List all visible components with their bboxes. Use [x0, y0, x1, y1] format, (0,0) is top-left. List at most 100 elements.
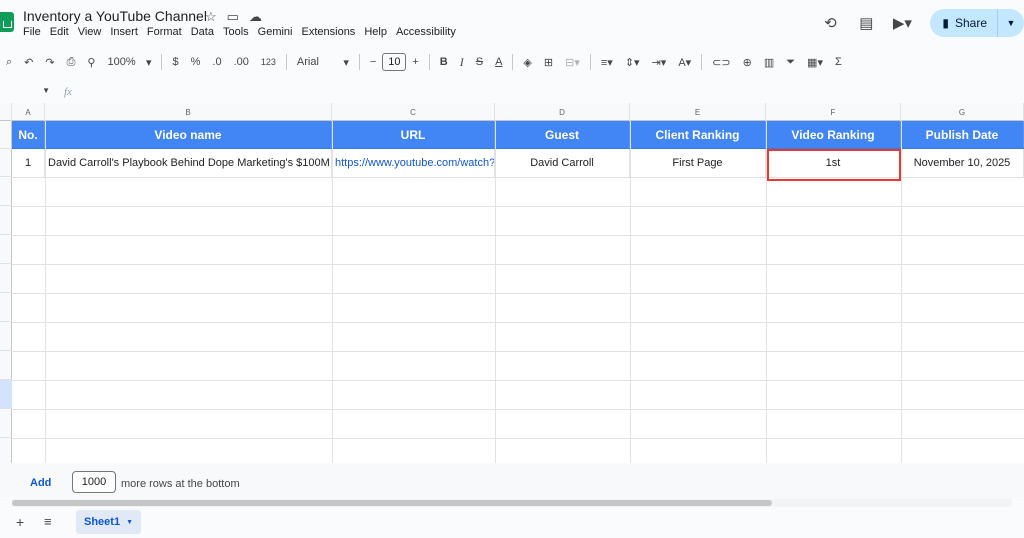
empty-row[interactable]	[12, 410, 1024, 439]
menu-data[interactable]: Data	[191, 26, 214, 38]
merge-cells-icon[interactable]: ⊟▾	[559, 51, 586, 73]
redo-icon[interactable]: ↷	[39, 51, 60, 73]
star-icon[interactable]: ☆	[205, 9, 217, 25]
cell-no[interactable]: 1	[12, 149, 45, 177]
search-menus-icon[interactable]: ⌕	[0, 51, 18, 73]
print-icon[interactable]: ⎙	[61, 51, 82, 73]
cell-publish-date[interactable]: November 10, 2025	[901, 149, 1024, 177]
empty-row[interactable]	[12, 352, 1024, 381]
font-size-decrease-button[interactable]: −	[364, 51, 382, 73]
cell-video-ranking[interactable]: 1st	[766, 149, 901, 177]
insert-chart-icon[interactable]: ▥	[758, 51, 780, 73]
zoom-select[interactable]: 100% ▾	[101, 51, 157, 73]
menu-extensions[interactable]: Extensions	[302, 26, 356, 38]
chevron-down-icon[interactable]: ▼	[126, 519, 133, 526]
functions-icon[interactable]: Σ	[829, 51, 848, 73]
header-cell-video-ranking[interactable]: Video Ranking	[766, 121, 901, 148]
row-header[interactable]	[0, 264, 12, 293]
empty-row[interactable]	[12, 236, 1024, 265]
menu-view[interactable]: View	[78, 26, 102, 38]
row-header[interactable]	[0, 322, 12, 351]
add-sheet-icon[interactable]: +	[16, 514, 24, 530]
text-wrap-icon[interactable]: ⇥▾	[646, 51, 673, 73]
header-cell-url[interactable]: URL	[332, 121, 495, 148]
empty-row[interactable]	[12, 294, 1024, 323]
add-rows-button[interactable]: Add	[30, 477, 51, 489]
more-formats-button[interactable]: 123	[255, 51, 282, 73]
empty-row[interactable]	[12, 265, 1024, 294]
italic-button[interactable]: I	[454, 51, 470, 73]
column-header-d[interactable]: D	[495, 103, 630, 121]
percent-format-button[interactable]: %	[185, 51, 207, 73]
cell-guest[interactable]: David Carroll	[495, 149, 630, 177]
column-header-g[interactable]: G	[901, 103, 1024, 121]
header-cell-publish-date[interactable]: Publish Date	[901, 121, 1024, 148]
sheets-logo-icon[interactable]	[0, 12, 14, 32]
spreadsheet-grid[interactable]: A B C D E F G No. Video name URL Guest C…	[0, 103, 1024, 463]
column-header-e[interactable]: E	[630, 103, 766, 121]
empty-row[interactable]	[12, 178, 1024, 207]
insert-comment-icon[interactable]: ⊕	[737, 51, 758, 73]
menu-accessibility[interactable]: Accessibility	[396, 26, 456, 38]
empty-row[interactable]	[12, 207, 1024, 236]
font-family-select[interactable]: Arial ▾	[291, 51, 355, 73]
comment-icon[interactable]: ▤	[848, 14, 884, 32]
column-header-b[interactable]: B	[45, 103, 332, 121]
menu-help[interactable]: Help	[364, 26, 387, 38]
scrollbar-thumb[interactable]	[12, 500, 772, 506]
empty-row[interactable]	[12, 381, 1024, 410]
share-dropdown-icon[interactable]: ▼	[998, 18, 1024, 28]
column-header-c[interactable]: C	[332, 103, 495, 121]
move-folder-icon[interactable]: ▭	[227, 9, 239, 25]
cell-video-name[interactable]: David Carroll's Playbook Behind Dope Mar…	[45, 149, 332, 177]
horizontal-scrollbar[interactable]	[12, 499, 1012, 507]
empty-row[interactable]	[12, 439, 1024, 463]
increase-decimal-button[interactable]: .00	[228, 51, 255, 73]
paint-format-icon[interactable]: ⚲	[81, 51, 101, 73]
cloud-saved-icon[interactable]: ☁	[249, 9, 262, 25]
menu-format[interactable]: Format	[147, 26, 182, 38]
menu-edit[interactable]: Edit	[50, 26, 69, 38]
row-header[interactable]	[0, 293, 12, 322]
insert-link-icon[interactable]: ⊂⊃	[706, 51, 736, 73]
font-size-increase-button[interactable]: +	[406, 51, 424, 73]
header-cell-guest[interactable]: Guest	[495, 121, 630, 148]
name-box-dropdown-icon[interactable]: ▼	[0, 86, 50, 95]
cell-url-link[interactable]: https://www.youtube.com/watch?v	[332, 149, 495, 177]
menu-gemini[interactable]: Gemini	[258, 26, 293, 38]
decrease-decimal-button[interactable]: .0	[206, 51, 227, 73]
vertical-align-icon[interactable]: ⇕▾	[619, 51, 646, 73]
row-header[interactable]	[0, 409, 12, 438]
row-header[interactable]	[0, 235, 12, 264]
borders-icon[interactable]: ⊞	[538, 51, 559, 73]
undo-icon[interactable]: ↶	[18, 51, 39, 73]
rows-count-input[interactable]: 1000	[72, 471, 116, 493]
horizontal-align-icon[interactable]: ≡▾	[595, 51, 619, 73]
header-cell-no[interactable]: No.	[12, 121, 45, 148]
row-header[interactable]	[0, 121, 12, 149]
row-header[interactable]	[0, 149, 12, 177]
row-header[interactable]	[0, 206, 12, 235]
empty-row[interactable]	[12, 323, 1024, 352]
fill-color-icon[interactable]: ◈	[517, 51, 537, 73]
currency-format-button[interactable]: $	[166, 51, 184, 73]
row-header[interactable]	[0, 177, 12, 206]
bold-button[interactable]: B	[434, 51, 454, 73]
select-all-corner[interactable]	[0, 103, 12, 121]
document-title[interactable]: Inventory a YouTube Channel	[23, 8, 207, 24]
share-button[interactable]: ▮ Share	[930, 9, 998, 37]
header-cell-client-ranking[interactable]: Client Ranking	[630, 121, 766, 148]
text-rotation-icon[interactable]: A▾	[672, 51, 697, 73]
menu-tools[interactable]: Tools	[223, 26, 249, 38]
header-cell-video-name[interactable]: Video name	[45, 121, 332, 148]
row-header[interactable]	[0, 438, 12, 463]
sheet-tab-sheet1[interactable]: Sheet1 ▼	[76, 510, 141, 534]
cell-client-ranking[interactable]: First Page	[630, 149, 766, 177]
all-sheets-icon[interactable]: ≡	[44, 514, 52, 529]
menu-insert[interactable]: Insert	[110, 26, 138, 38]
filter-views-icon[interactable]: ▦▾	[801, 51, 829, 73]
strikethrough-button[interactable]: S	[470, 51, 489, 73]
meet-icon[interactable]: ▶▾	[884, 14, 920, 32]
column-header-a[interactable]: A	[12, 103, 45, 121]
menu-file[interactable]: File	[23, 26, 41, 38]
